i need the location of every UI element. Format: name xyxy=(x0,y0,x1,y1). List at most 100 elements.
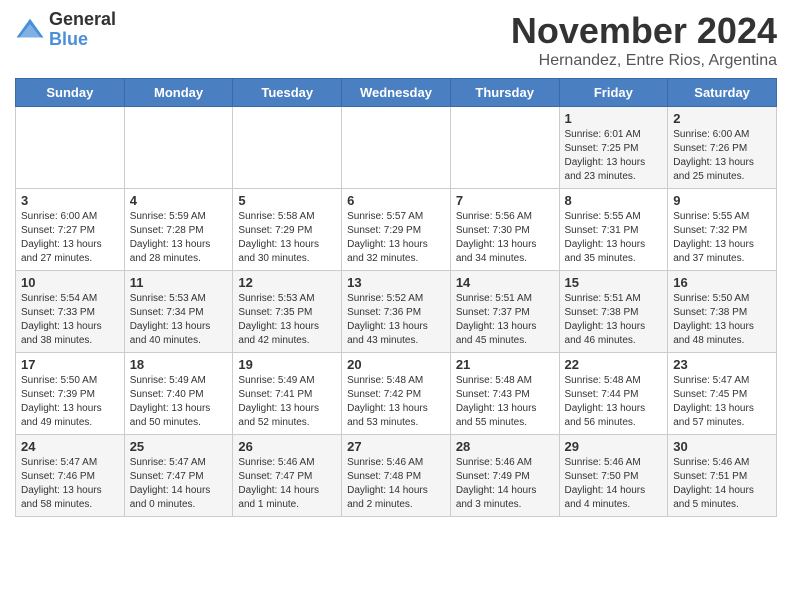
day-number: 21 xyxy=(456,357,554,372)
day-number: 28 xyxy=(456,439,554,454)
calendar-cell: 7 Sunrise: 5:56 AMSunset: 7:30 PMDaylight… xyxy=(450,189,559,271)
day-number: 3 xyxy=(21,193,119,208)
calendar-cell: 24 Sunrise: 5:47 AMSunset: 7:46 PMDayligh… xyxy=(16,435,125,517)
weekday-header-wednesday: Wednesday xyxy=(342,79,451,107)
day-info: Sunrise: 5:46 AMSunset: 7:50 PMDaylight:… xyxy=(565,456,663,512)
day-info: Sunrise: 5:50 AMSunset: 7:39 PMDaylight:… xyxy=(21,374,119,430)
calendar-week-3: 10 Sunrise: 5:54 AMSunset: 7:33 PMDayligh… xyxy=(16,271,777,353)
title-block: November 2024 Hernandez, Entre Rios, Arg… xyxy=(511,10,777,70)
day-number: 2 xyxy=(673,111,771,126)
calendar-cell xyxy=(342,107,451,189)
calendar-cell: 22 Sunrise: 5:48 AMSunset: 7:44 PMDayligh… xyxy=(559,353,668,435)
day-number: 10 xyxy=(21,275,119,290)
day-number: 20 xyxy=(347,357,445,372)
calendar-cell: 2 Sunrise: 6:00 AMSunset: 7:26 PMDaylight… xyxy=(668,107,777,189)
calendar-cell: 26Sunrise: 5:46 AMSunset: 7:47 PMDayligh… xyxy=(233,435,342,517)
calendar-cell: 14Sunrise: 5:51 AMSunset: 7:37 PMDayligh… xyxy=(450,271,559,353)
day-info: Sunrise: 5:46 AMSunset: 7:47 PMDaylight:… xyxy=(238,456,336,512)
day-info: Sunrise: 5:58 AMSunset: 7:29 PMDaylight:… xyxy=(238,210,336,266)
calendar-cell: 20 Sunrise: 5:48 AMSunset: 7:42 PMDayligh… xyxy=(342,353,451,435)
day-number: 6 xyxy=(347,193,445,208)
day-info: Sunrise: 6:00 AMSunset: 7:26 PMDaylight:… xyxy=(673,128,771,184)
calendar-cell: 9Sunrise: 5:55 AMSunset: 7:32 PMDaylight… xyxy=(668,189,777,271)
calendar-cell: 13Sunrise: 5:52 AMSunset: 7:36 PMDayligh… xyxy=(342,271,451,353)
day-info: Sunrise: 5:56 AMSunset: 7:30 PMDaylight:… xyxy=(456,210,554,266)
day-number: 1 xyxy=(565,111,663,126)
day-info: Sunrise: 5:49 AMSunset: 7:41 PMDaylight:… xyxy=(238,374,336,430)
calendar-week-1: 1 Sunrise: 6:01 AMSunset: 7:25 PMDaylight… xyxy=(16,107,777,189)
calendar-cell: 19Sunrise: 5:49 AMSunset: 7:41 PMDayligh… xyxy=(233,353,342,435)
calendar-cell: 18Sunrise: 5:49 AMSunset: 7:40 PMDayligh… xyxy=(124,353,233,435)
day-info: Sunrise: 6:00 AMSunset: 7:27 PMDaylight:… xyxy=(21,210,119,266)
month-title: November 2024 xyxy=(511,10,777,52)
day-info: Sunrise: 5:48 AMSunset: 7:43 PMDaylight:… xyxy=(456,374,554,430)
calendar-cell: 30 Sunrise: 5:46 AMSunset: 7:51 PMDayligh… xyxy=(668,435,777,517)
day-info: Sunrise: 5:50 AMSunset: 7:38 PMDaylight:… xyxy=(673,292,771,348)
calendar-cell: 15 Sunrise: 5:51 AMSunset: 7:38 PMDayligh… xyxy=(559,271,668,353)
weekday-header-thursday: Thursday xyxy=(450,79,559,107)
calendar-cell: 10 Sunrise: 5:54 AMSunset: 7:33 PMDayligh… xyxy=(16,271,125,353)
logo: General Blue xyxy=(15,10,116,50)
day-number: 17 xyxy=(21,357,119,372)
calendar-cell: 23 Sunrise: 5:47 AMSunset: 7:45 PMDayligh… xyxy=(668,353,777,435)
day-info: Sunrise: 5:48 AMSunset: 7:44 PMDaylight:… xyxy=(565,374,663,430)
calendar-cell: 3 Sunrise: 6:00 AMSunset: 7:27 PMDaylight… xyxy=(16,189,125,271)
day-info: Sunrise: 5:47 AMSunset: 7:45 PMDaylight:… xyxy=(673,374,771,430)
calendar-cell: 8 Sunrise: 5:55 AMSunset: 7:31 PMDaylight… xyxy=(559,189,668,271)
day-number: 13 xyxy=(347,275,445,290)
day-info: Sunrise: 6:01 AMSunset: 7:25 PMDaylight:… xyxy=(565,128,663,184)
day-info: Sunrise: 5:46 AMSunset: 7:49 PMDaylight:… xyxy=(456,456,554,512)
calendar-cell: 12Sunrise: 5:53 AMSunset: 7:35 PMDayligh… xyxy=(233,271,342,353)
calendar-week-5: 24 Sunrise: 5:47 AMSunset: 7:46 PMDayligh… xyxy=(16,435,777,517)
calendar-cell: 25 Sunrise: 5:47 AMSunset: 7:47 PMDayligh… xyxy=(124,435,233,517)
day-info: Sunrise: 5:49 AMSunset: 7:40 PMDaylight:… xyxy=(130,374,228,430)
day-number: 24 xyxy=(21,439,119,454)
day-info: Sunrise: 5:51 AMSunset: 7:38 PMDaylight:… xyxy=(565,292,663,348)
calendar-cell: 4Sunrise: 5:59 AMSunset: 7:28 PMDaylight… xyxy=(124,189,233,271)
day-number: 5 xyxy=(238,193,336,208)
calendar-cell: 11 Sunrise: 5:53 AMSunset: 7:34 PMDayligh… xyxy=(124,271,233,353)
calendar-cell xyxy=(124,107,233,189)
logo-general: General xyxy=(49,10,116,30)
day-info: Sunrise: 5:47 AMSunset: 7:46 PMDaylight:… xyxy=(21,456,119,512)
calendar-cell: 16 Sunrise: 5:50 AMSunset: 7:38 PMDayligh… xyxy=(668,271,777,353)
day-number: 12 xyxy=(238,275,336,290)
day-number: 11 xyxy=(130,275,228,290)
calendar-cell: 17 Sunrise: 5:50 AMSunset: 7:39 PMDayligh… xyxy=(16,353,125,435)
day-info: Sunrise: 5:47 AMSunset: 7:47 PMDaylight:… xyxy=(130,456,228,512)
weekday-header-tuesday: Tuesday xyxy=(233,79,342,107)
day-number: 7 xyxy=(456,193,554,208)
day-number: 14 xyxy=(456,275,554,290)
calendar-cell: 27Sunrise: 5:46 AMSunset: 7:48 PMDayligh… xyxy=(342,435,451,517)
day-info: Sunrise: 5:54 AMSunset: 7:33 PMDaylight:… xyxy=(21,292,119,348)
day-info: Sunrise: 5:55 AMSunset: 7:31 PMDaylight:… xyxy=(565,210,663,266)
calendar-week-2: 3 Sunrise: 6:00 AMSunset: 7:27 PMDaylight… xyxy=(16,189,777,271)
logo-blue: Blue xyxy=(49,30,116,50)
day-info: Sunrise: 5:53 AMSunset: 7:34 PMDaylight:… xyxy=(130,292,228,348)
day-number: 23 xyxy=(673,357,771,372)
weekday-header-friday: Friday xyxy=(559,79,668,107)
day-info: Sunrise: 5:57 AMSunset: 7:29 PMDaylight:… xyxy=(347,210,445,266)
day-number: 22 xyxy=(565,357,663,372)
calendar-cell xyxy=(450,107,559,189)
day-number: 8 xyxy=(565,193,663,208)
day-info: Sunrise: 5:55 AMSunset: 7:32 PMDaylight:… xyxy=(673,210,771,266)
day-info: Sunrise: 5:46 AMSunset: 7:51 PMDaylight:… xyxy=(673,456,771,512)
day-number: 25 xyxy=(130,439,228,454)
calendar-header: SundayMondayTuesdayWednesdayThursdayFrid… xyxy=(16,79,777,107)
page-header: General Blue November 2024 Hernandez, En… xyxy=(15,10,777,70)
weekday-header-sunday: Sunday xyxy=(16,79,125,107)
day-number: 15 xyxy=(565,275,663,290)
weekday-header-saturday: Saturday xyxy=(668,79,777,107)
calendar-cell: 1 Sunrise: 6:01 AMSunset: 7:25 PMDaylight… xyxy=(559,107,668,189)
calendar-cell xyxy=(233,107,342,189)
day-number: 16 xyxy=(673,275,771,290)
day-number: 29 xyxy=(565,439,663,454)
calendar-cell: 5 Sunrise: 5:58 AMSunset: 7:29 PMDaylight… xyxy=(233,189,342,271)
calendar-table: SundayMondayTuesdayWednesdayThursdayFrid… xyxy=(15,78,777,517)
logo-icon xyxy=(15,15,45,45)
day-number: 27 xyxy=(347,439,445,454)
day-info: Sunrise: 5:48 AMSunset: 7:42 PMDaylight:… xyxy=(347,374,445,430)
day-number: 30 xyxy=(673,439,771,454)
day-number: 4 xyxy=(130,193,228,208)
